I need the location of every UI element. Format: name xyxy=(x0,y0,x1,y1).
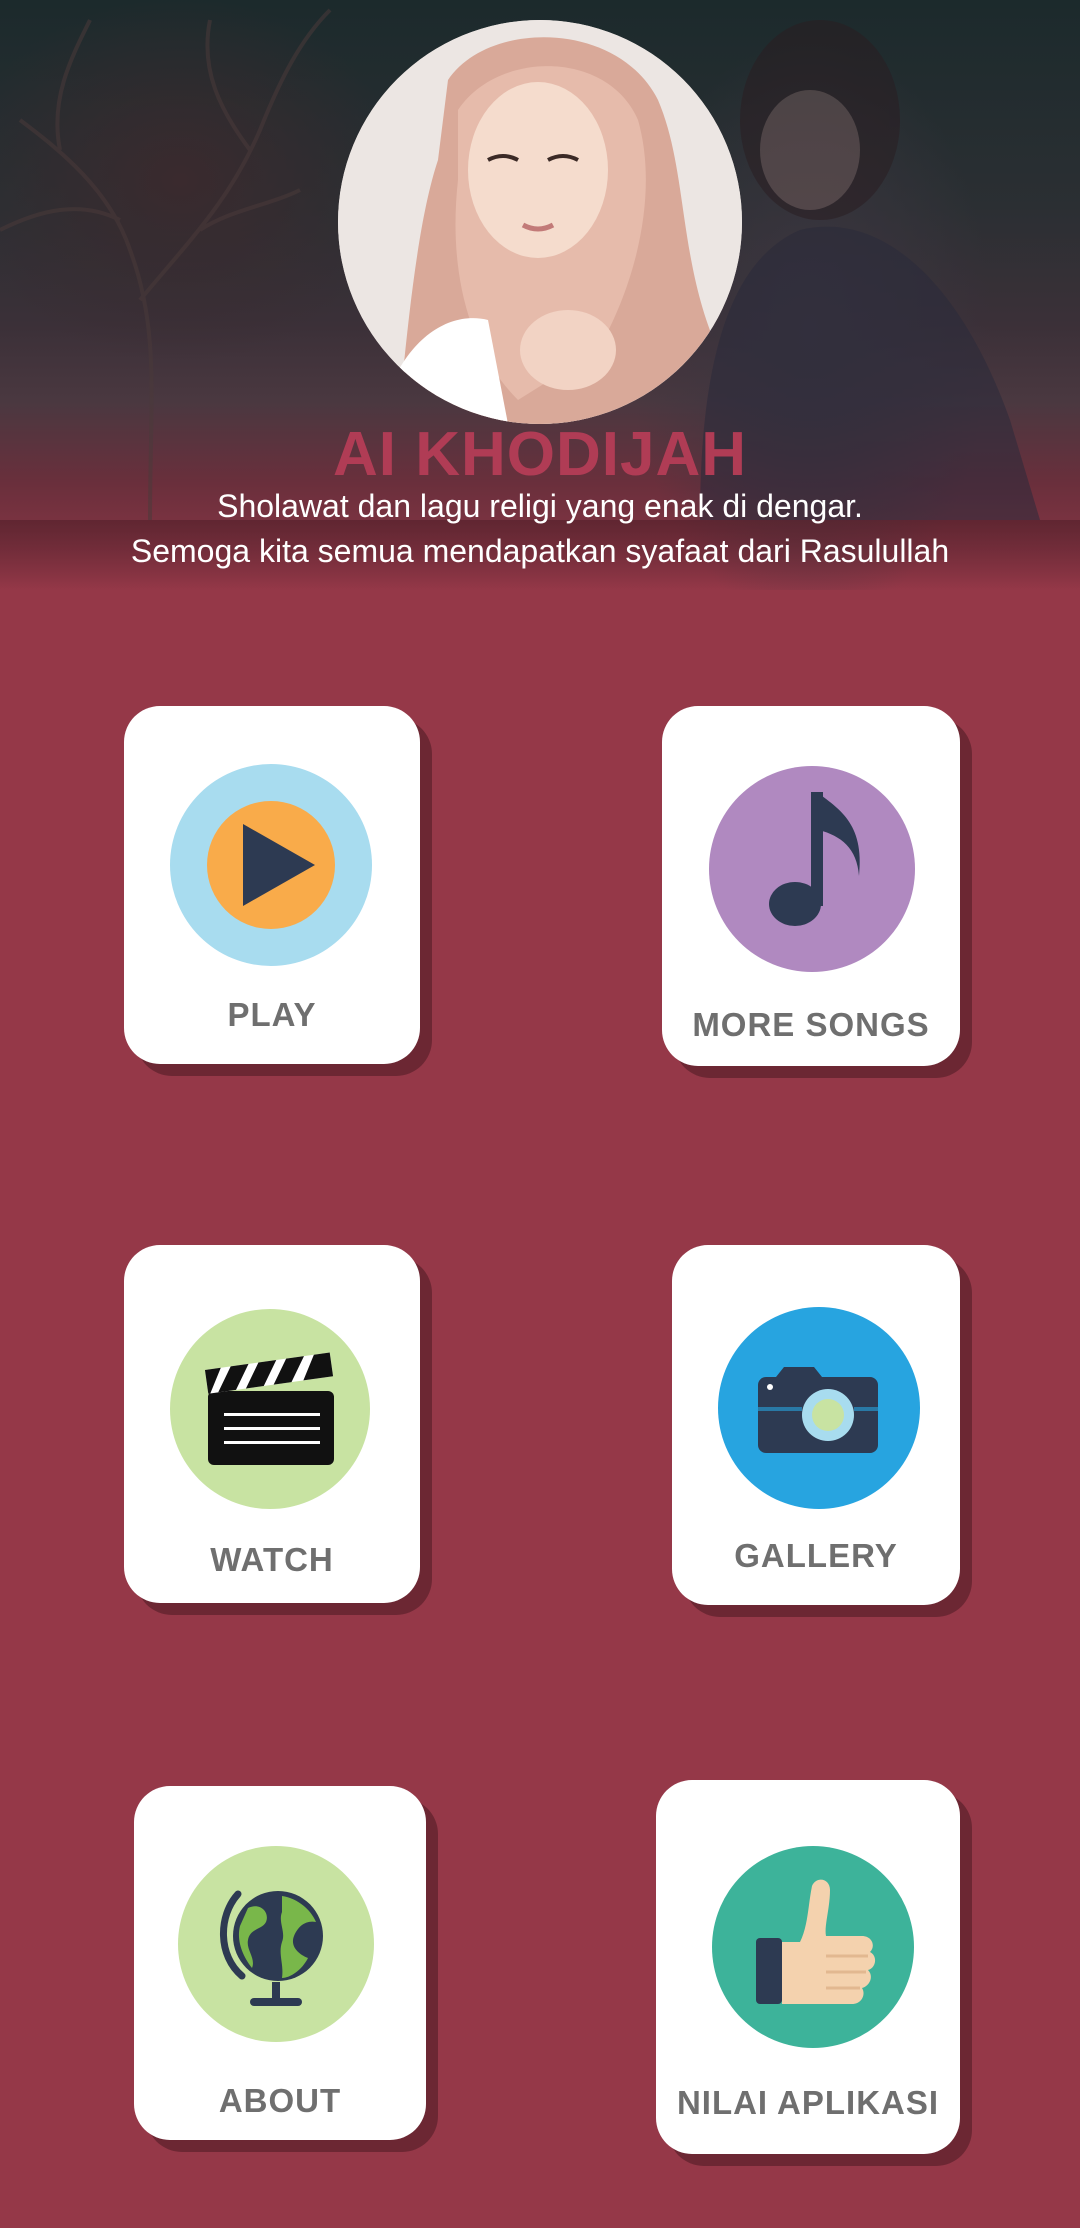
watch-icon-circle xyxy=(170,1309,370,1509)
music-note-icon xyxy=(769,792,860,926)
rate-app-button[interactable]: NILAI APLIKASI xyxy=(656,1780,960,2154)
artist-photo xyxy=(338,20,742,424)
rate-app-label: NILAI APLIKASI xyxy=(676,2084,940,2121)
page-title: AI KHODIJAH xyxy=(332,420,748,489)
gallery-label: GALLERY xyxy=(734,1537,898,1574)
more-songs-label: MORE SONGS xyxy=(692,1006,930,1043)
rate-app-icon-circle xyxy=(712,1846,914,2048)
gallery-button[interactable]: GALLERY xyxy=(672,1245,960,1605)
about-label: ABOUT xyxy=(218,2082,342,2119)
play-button[interactable]: PLAY xyxy=(124,706,420,1064)
more-songs-button[interactable]: MORE SONGS xyxy=(662,706,960,1066)
play-icon xyxy=(207,801,335,929)
camera-icon xyxy=(758,1367,878,1453)
watch-label: WATCH xyxy=(210,1541,334,1578)
subtitle-line-2: Semoga kita semua mendapatkan syafaat da… xyxy=(130,533,950,569)
subtitle: Sholawat dan lagu religi yang enak di de… xyxy=(0,484,1080,574)
about-button[interactable]: ABOUT xyxy=(134,1786,426,2140)
artist-avatar xyxy=(338,20,742,424)
play-icon-circle xyxy=(170,764,372,966)
subtitle-line-1: Sholawat dan lagu religi yang enak di de… xyxy=(217,488,863,524)
thumbs-up-icon xyxy=(756,1879,876,2004)
about-icon-circle xyxy=(178,1846,374,2042)
globe-icon xyxy=(220,1890,323,2006)
more-songs-icon-circle xyxy=(709,766,915,972)
gallery-icon-circle xyxy=(718,1307,920,1509)
clapperboard-icon xyxy=(204,1352,334,1465)
watch-button[interactable]: WATCH xyxy=(124,1245,420,1603)
play-label: PLAY xyxy=(227,996,317,1033)
